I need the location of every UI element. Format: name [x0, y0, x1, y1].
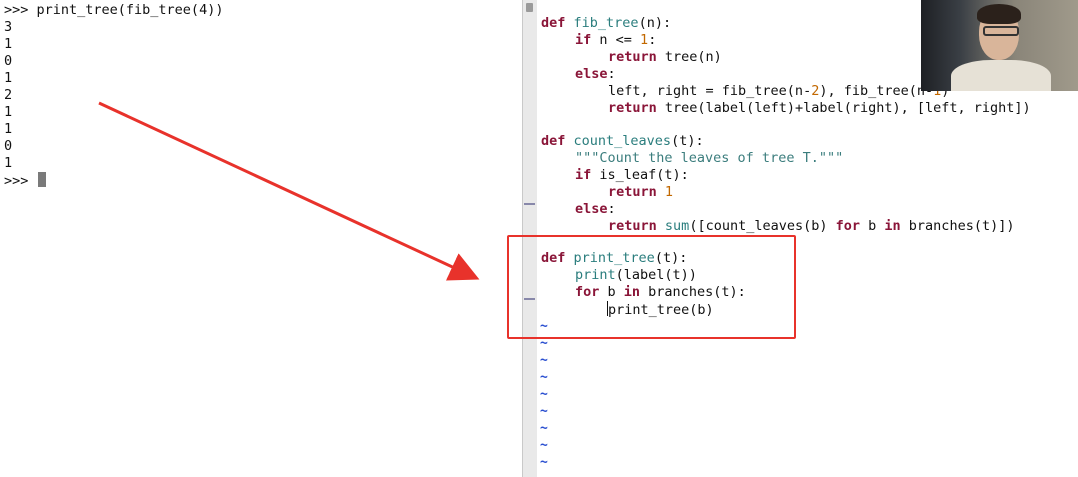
command-line: >>> print_tree(fib_tree(4)) — [4, 2, 224, 18]
output-line: 0 — [4, 53, 13, 69]
pane-divider-scrollbar[interactable] — [522, 0, 538, 477]
code-text: n <= — [591, 32, 641, 48]
keyword: return — [608, 49, 657, 65]
code-line: """Count the leaves of tree T.""" — [575, 150, 843, 167]
code-line: print_tree(b) — [607, 301, 714, 318]
code-line: return sum([count_leaves(b) for b in bra… — [608, 218, 1014, 235]
keyword: def — [541, 133, 566, 149]
presenter-shirt — [951, 60, 1051, 91]
empty-line-tilde: ~ — [540, 404, 548, 419]
output-line: 0 — [4, 138, 13, 154]
code-line: def fib_tree(n): — [541, 15, 671, 32]
keyword: return — [608, 100, 657, 116]
prompt-line[interactable]: >>> — [4, 172, 46, 189]
docstring: """Count the leaves of tree T.""" — [575, 150, 844, 166]
empty-line-tilde: ~ — [540, 455, 548, 470]
code-text: branches(t): — [640, 284, 746, 300]
code-text: b — [599, 284, 624, 300]
empty-line-tilde: ~ — [540, 421, 548, 436]
keyword: def — [541, 15, 566, 31]
code-line: return tree(label(left)+label(right), [l… — [608, 100, 1031, 117]
keyword: if — [575, 32, 592, 48]
code-text: is_leaf(t): — [591, 167, 689, 183]
presenter-glasses — [983, 26, 1019, 36]
keyword: return — [608, 184, 657, 200]
keyword: in — [623, 284, 641, 300]
code-text: tree(n) — [656, 49, 722, 65]
code-text: (n): — [638, 15, 672, 31]
code-text: left, right = fib_tree(n- — [608, 83, 812, 99]
code-line: return 1 — [608, 184, 673, 201]
builtin: sum — [664, 218, 690, 234]
output-line: 2 — [4, 87, 13, 103]
output-line: 1 — [4, 155, 13, 171]
code-text: : — [607, 201, 616, 217]
empty-line-tilde: ~ — [540, 387, 548, 402]
code-text: ([count_leaves(b) — [689, 218, 836, 234]
code-line: if n <= 1: — [575, 32, 656, 49]
keyword: def — [541, 250, 566, 266]
keyword: else — [575, 66, 608, 82]
empty-line-tilde: ~ — [540, 336, 548, 351]
output-line: 1 — [4, 36, 13, 52]
code-text: (t): — [671, 133, 704, 149]
empty-line-tilde: ~ — [540, 319, 548, 334]
code-line: for b in branches(t): — [575, 284, 746, 301]
code-text: rint_tree(b) — [616, 302, 714, 318]
keyword: in — [884, 218, 901, 234]
block-cursor — [37, 172, 46, 187]
function-name: count_leaves — [573, 133, 672, 149]
output-line: 3 — [4, 19, 13, 35]
empty-line-tilde: ~ — [540, 370, 548, 385]
keyword: return — [608, 218, 657, 234]
prompt: >>> — [4, 173, 37, 189]
keyword: if — [575, 167, 592, 183]
code-text: : — [648, 32, 657, 48]
code-text: : — [607, 66, 616, 82]
scroll-marker — [524, 298, 535, 300]
code-text: ), fib_tree(n- — [819, 83, 934, 99]
code-line: else: — [575, 66, 616, 83]
output-line: 1 — [4, 121, 13, 137]
number: 1 — [664, 184, 674, 200]
webcam-video-overlay — [921, 0, 1078, 91]
builtin: print — [575, 267, 616, 283]
empty-line-tilde: ~ — [540, 353, 548, 368]
code-line: else: — [575, 201, 616, 218]
code-text: b — [860, 218, 885, 234]
scroll-thumb[interactable] — [526, 3, 533, 12]
code-line: left, right = fib_tree(n-2), fib_tree(n-… — [608, 83, 949, 100]
code-text: branches(t)]) — [900, 218, 1015, 234]
python-terminal[interactable]: >>> print_tree(fib_tree(4)) 3 1 0 1 2 1 … — [0, 0, 522, 477]
code-line: def print_tree(t): — [541, 250, 687, 267]
keyword: for — [575, 284, 600, 300]
code-line: def count_leaves(t): — [541, 133, 704, 150]
keyword: for — [835, 218, 861, 234]
code-line: print(label(t)) — [575, 267, 697, 284]
output-line: 1 — [4, 104, 13, 120]
output-line: 1 — [4, 70, 13, 86]
code-text: tree(label(left)+label(right), [left, ri… — [656, 100, 1031, 116]
empty-line-tilde: ~ — [540, 438, 548, 453]
number: 1 — [640, 32, 649, 48]
code-line: if is_leaf(t): — [575, 167, 689, 184]
presenter-hair — [977, 4, 1021, 24]
code-line: return tree(n) — [608, 49, 722, 66]
code-text: (t): — [654, 250, 688, 266]
scroll-marker — [524, 203, 535, 205]
keyword: else — [575, 201, 608, 217]
code-text: p — [608, 302, 617, 318]
function-name: print_tree — [573, 250, 655, 266]
function-name: fib_tree — [573, 15, 639, 31]
code-text: (label(t)) — [615, 267, 697, 283]
